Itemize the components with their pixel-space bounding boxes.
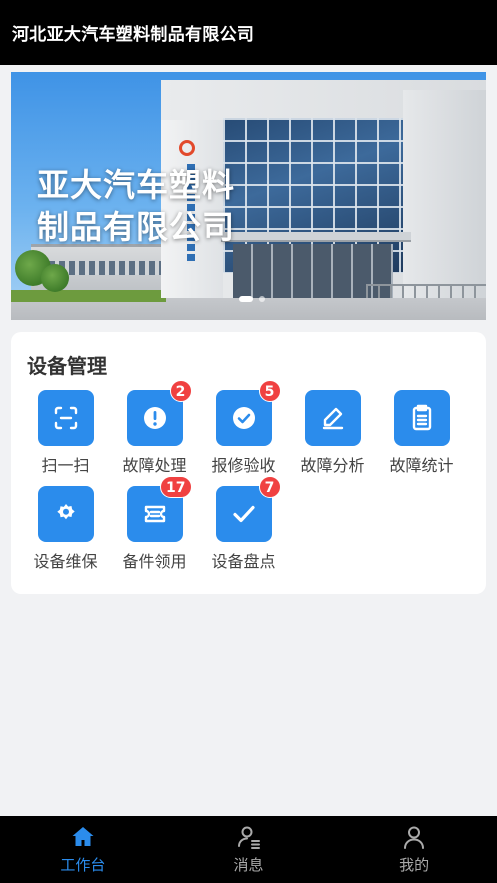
grid-item-repair-acceptance[interactable]: 5 报修验收 [199,380,288,486]
gear-icon[interactable] [37,486,94,542]
banner-caption-line2: 制品有限公司 [37,208,236,246]
tab-label: 我的 [399,856,430,874]
tab-workbench[interactable]: 工作台 [0,816,166,883]
banner-fence [366,284,486,298]
app-header: 河北亚大汽车塑料制品有限公司 [0,0,497,65]
alert-icon[interactable]: 2 [126,380,192,446]
pencil-icon[interactable] [304,390,361,446]
grid-item-fault-analysis[interactable]: 故障分析 [288,390,377,486]
tab-messages[interactable]: 消息 [166,816,332,883]
grid-item-label: 设备维保 [33,552,98,571]
bottom-tab-bar: 工作台 消息 我的 [0,816,497,883]
scan-icon[interactable] [37,390,94,446]
grid-item-label: 扫一扫 [41,456,90,475]
banner-caption: 亚大汽车塑料 制品有限公司 [37,164,235,248]
banner-lawn [11,290,166,302]
grid-item-label: 设备盘点 [211,552,276,571]
grid-item-scan[interactable]: 扫一扫 [21,390,110,486]
grid-item-label: 故障统计 [389,456,454,475]
badge-count: 5 [258,380,281,402]
carousel-indicator[interactable] [239,296,265,302]
checkmark-icon[interactable]: 7 [215,476,281,542]
tab-label: 工作台 [60,856,106,874]
tab-label: 消息 [233,856,264,874]
user-list-icon [237,826,260,849]
header-title: 河北亚大汽车塑料制品有限公司 [12,25,255,45]
grid-item-label: 故障处理 [122,456,187,475]
badge-count: 2 [169,380,192,402]
grid-item-fault-handling[interactable]: 2 故障处理 [110,380,199,486]
banner-carousel[interactable]: 亚大汽车塑料 制品有限公司 [11,72,486,320]
badge-count: 7 [258,476,281,498]
card-title: 设备管理 [27,354,107,378]
grid-item-label: 备件领用 [122,552,187,571]
grid-item-label: 故障分析 [300,456,365,475]
carousel-dot[interactable] [259,296,265,302]
grid-item-inventory[interactable]: 7 设备盘点 [199,476,288,582]
badge-count: 17 [160,476,192,498]
carousel-dot[interactable] [239,296,253,302]
ticket-icon[interactable]: 17 [126,476,192,542]
banner-caption-line1: 亚大汽车塑料 [37,166,236,204]
grid-item-spare-parts[interactable]: 17 备件领用 [110,476,199,582]
clipboard-icon[interactable] [393,390,450,446]
function-grid: 扫一扫 2 故障处理 5 报修验收 故障分析 故障统计 设备维保 17 备件领用… [21,380,476,582]
user-icon [404,826,425,849]
grid-item-maintenance[interactable]: 设备维保 [21,486,110,582]
grid-item-label: 报修验收 [211,456,276,475]
grid-item-fault-statistics[interactable]: 故障统计 [377,390,466,486]
banner-tree [41,264,69,292]
check-circle-icon[interactable]: 5 [215,380,281,446]
home-icon [72,827,94,846]
equipment-management-card: 设备管理 扫一扫 2 故障处理 5 报修验收 故障分析 故障统计 设备维保 17… [11,332,486,594]
company-logo-icon [179,140,195,156]
tab-profile[interactable]: 我的 [331,816,497,883]
page: 河北亚大汽车塑料制品有限公司 亚大汽车塑料 制品有限公司 设备管理 扫一扫 2 … [0,0,497,883]
